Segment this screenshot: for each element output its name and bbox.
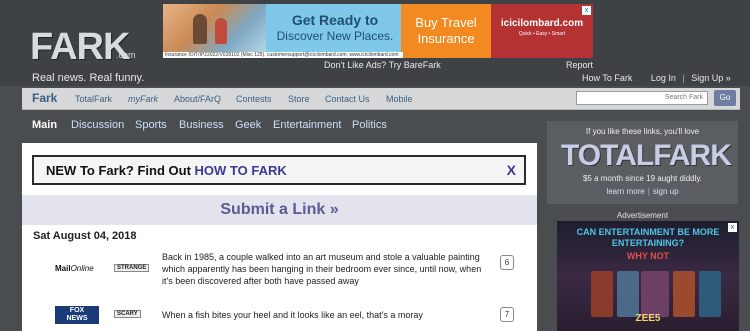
ad-brand-name: icicilombard.com xyxy=(500,18,584,29)
promo-price: $5 a month since 19 aught diddly. xyxy=(582,174,703,183)
source-logo[interactable]: FOX NEWS xyxy=(55,306,99,324)
ad-headline-line1: Get Ready to xyxy=(291,12,379,28)
nav-contact[interactable]: Contact Us xyxy=(325,94,370,104)
nav-contests[interactable]: Contests xyxy=(236,94,272,104)
user-links: How To Fark Log In | Sign Up » xyxy=(582,73,731,83)
new-prefix: NEW To Fark? Find Out xyxy=(46,163,195,178)
ad-close-icon[interactable]: x xyxy=(582,6,591,15)
promo-signup-link[interactable]: sign up xyxy=(653,187,679,196)
tagline: Real news. Real funny. xyxy=(32,72,145,84)
ad-poster xyxy=(617,271,639,317)
nav-fark[interactable]: Fark xyxy=(32,91,57,105)
date-heading: Sat August 04, 2018 xyxy=(33,230,137,242)
ad-poster xyxy=(699,271,721,317)
learn-more-link[interactable]: learn more xyxy=(606,187,644,196)
story-row: MailOnline STRANGE Back in 1985, a coupl… xyxy=(22,251,537,291)
tab-politics[interactable]: Politics xyxy=(352,119,387,131)
tab-discussion[interactable]: Discussion xyxy=(71,119,124,131)
promo-links: learn more | sign up xyxy=(606,187,679,196)
submit-link-button[interactable]: Submit a Link » xyxy=(22,195,537,225)
story-headline[interactable]: Back in 1985, a couple walked into an ar… xyxy=(162,251,482,287)
logo-text: FARK xyxy=(30,26,130,68)
totalfark-promo: If you like these links, you'll love TOT… xyxy=(547,121,738,204)
ad-cta[interactable]: Buy Travel Insurance xyxy=(401,4,491,58)
ad-brand: icicilombard.com Quick • Easy • Smart xyxy=(491,4,593,58)
source-logo[interactable]: MailOnline xyxy=(55,264,94,273)
ad-poster xyxy=(673,271,695,317)
sidebar-ad[interactable]: CAN ENTERTAINMENT BE MORE ENTERTAINING? … xyxy=(557,221,739,331)
top-banner-ad[interactable]: Get Ready to Discover New Places. Buy Tr… xyxy=(163,4,593,58)
ad-fine-print: Insurance IOIT/IP22022/V028102 (Misc 125… xyxy=(163,52,403,58)
main-content: NEW To Fark? Find Out HOW TO FARK X Subm… xyxy=(22,143,537,331)
new-to-fark-box: NEW To Fark? Find Out HOW TO FARK X xyxy=(32,155,526,185)
tab-sports[interactable]: Sports xyxy=(135,119,167,131)
promo-intro: If you like these links, you'll love xyxy=(585,127,700,136)
tab-entertainment[interactable]: Entertainment xyxy=(273,119,341,131)
side-ad-logo: ZEE5 xyxy=(635,313,661,324)
ad-headline: Get Ready to Discover New Places. xyxy=(270,12,400,44)
comments-count[interactable]: 7 xyxy=(500,307,514,322)
side-ad-title: CAN ENTERTAINMENT BE MORE ENTERTAINING? xyxy=(576,227,720,248)
nav-mobile[interactable]: Mobile xyxy=(386,94,413,104)
ad-photo xyxy=(163,4,266,52)
fark-logo[interactable]: FARK .com xyxy=(30,26,150,68)
barefark-link[interactable]: Don't Like Ads? Try BareFark xyxy=(324,60,441,70)
tab-main[interactable]: Main xyxy=(32,119,57,131)
side-ad-close-icon[interactable]: x xyxy=(728,223,737,232)
logo-suffix: .com xyxy=(116,50,136,60)
top-navbar: Fark TotalFark myFark About/FArQ Contest… xyxy=(22,88,740,110)
source-name-a: Mail xyxy=(55,264,71,273)
nav-about[interactable]: About/FArQ xyxy=(174,94,221,104)
ad-brand-tag: Quick • Easy • Smart xyxy=(518,31,566,37)
report-link[interactable]: Report xyxy=(566,60,593,70)
search-go-button[interactable]: Go xyxy=(714,90,736,106)
ad-headline-line2: Discover New Places. xyxy=(276,29,394,43)
how-to-fark-callout[interactable]: HOW TO FARK xyxy=(195,163,287,178)
source-name-b: Online xyxy=(70,264,94,273)
ad-poster xyxy=(641,271,669,317)
dismiss-icon[interactable]: X xyxy=(507,162,516,178)
nav-myfark[interactable]: myFark xyxy=(128,94,158,104)
nav-totalfark[interactable]: TotalFark xyxy=(75,94,112,104)
login-link[interactable]: Log In xyxy=(651,73,676,83)
how-to-fark-link[interactable]: How To Fark xyxy=(582,73,632,83)
story-tag[interactable]: STRANGE xyxy=(114,264,150,272)
advertisement-label: Advertisement xyxy=(616,211,669,220)
signup-link[interactable]: Sign Up » xyxy=(691,73,731,83)
story-headline[interactable]: When a fish bites your heel and it looks… xyxy=(162,309,482,321)
story-row: FOX NEWS SCARY When a fish bites your he… xyxy=(22,306,537,331)
story-tag[interactable]: SCARY xyxy=(114,310,141,318)
search-input[interactable]: Search Fark xyxy=(576,91,708,105)
new-to-fark-text: NEW To Fark? Find Out HOW TO FARK xyxy=(46,163,287,178)
source-name-a: FOX xyxy=(69,307,85,314)
tab-geek[interactable]: Geek xyxy=(235,119,261,131)
side-ad-subtitle: WHY NOT xyxy=(626,251,670,261)
totalfark-logo[interactable]: TOTALFARK xyxy=(561,139,732,173)
comments-count[interactable]: 6 xyxy=(500,255,514,270)
source-name-b: NEWS xyxy=(66,315,88,322)
nav-store[interactable]: Store xyxy=(288,94,310,104)
tab-business[interactable]: Business xyxy=(179,119,224,131)
ad-poster xyxy=(591,271,613,317)
